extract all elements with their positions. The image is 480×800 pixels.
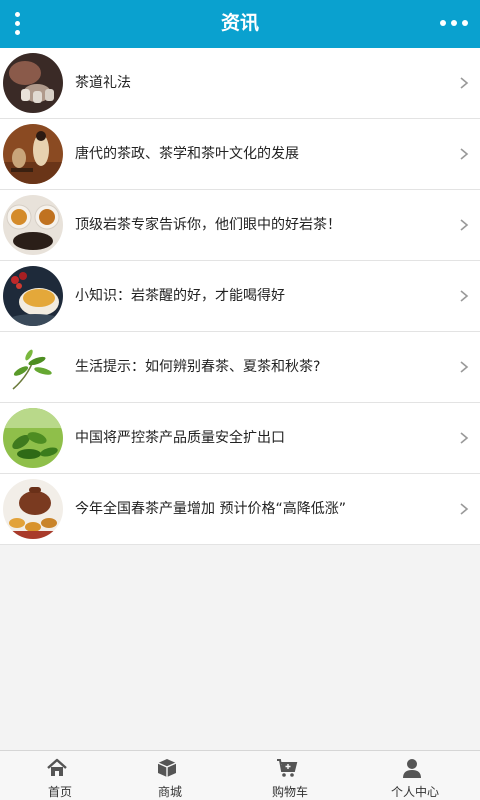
more-icon[interactable] — [440, 16, 468, 30]
tea-ceremony-thumbnail — [3, 53, 63, 113]
page-title: 资讯 — [220, 12, 259, 34]
list-item[interactable]: 唐代的茶政、茶学和茶叶文化的发展 — [0, 119, 480, 190]
tab-cart[interactable]: 购物车 — [230, 751, 350, 800]
list-item[interactable]: 生活提示：如何辨别春茶、夏茶和秋茶? — [0, 332, 480, 403]
tea-field-thumbnail — [3, 408, 63, 468]
chevron-right-icon — [460, 361, 469, 373]
home-icon — [47, 758, 67, 776]
list-item[interactable]: 茶道礼法 — [0, 48, 480, 119]
chevron-right-icon — [460, 148, 469, 160]
article-list: 茶道礼法 唐代的茶政、茶学和茶叶文化的发展 顶级岩茶专家告诉你，他们眼中的好岩茶… — [0, 48, 480, 545]
tang-painting-thumbnail — [3, 124, 63, 184]
tab-profile[interactable]: 个人中心 — [355, 751, 475, 800]
chevron-right-icon — [460, 432, 469, 444]
tab-home[interactable]: 首页 — [0, 751, 120, 800]
article-title: 中国将严控茶产品质量安全扩出口 — [75, 430, 285, 446]
article-title: 茶道礼法 — [75, 75, 131, 91]
tea-cups-thumbnail — [3, 195, 63, 255]
chevron-right-icon — [460, 219, 469, 231]
tab-mall[interactable]: 商城 — [110, 751, 230, 800]
tea-leaves-thumbnail — [3, 337, 63, 397]
article-title: 小知识：岩茶醒的好，才能喝得好 — [75, 288, 285, 304]
chevron-right-icon — [460, 77, 469, 89]
list-item[interactable]: 小知识：岩茶醒的好，才能喝得好 — [0, 261, 480, 332]
article-title: 顶级岩茶专家告诉你，他们眼中的好岩茶！ — [75, 217, 341, 233]
chevron-right-icon — [460, 290, 469, 302]
chevron-right-icon — [460, 503, 469, 515]
list-item[interactable]: 顶级岩茶专家告诉你，他们眼中的好岩茶！ — [0, 190, 480, 261]
tea-cup-berries-thumbnail — [3, 266, 63, 326]
list-item[interactable]: 今年全国春茶产量增加 预计价格“高降低涨” — [0, 474, 480, 545]
list-item[interactable]: 中国将严控茶产品质量安全扩出口 — [0, 403, 480, 474]
article-title: 生活提示：如何辨别春茶、夏茶和秋茶? — [75, 359, 321, 375]
user-icon — [403, 759, 421, 778]
article-title: 唐代的茶政、茶学和茶叶文化的发展 — [75, 146, 299, 162]
tab-label: 商城 — [157, 785, 182, 799]
tab-label: 购物车 — [271, 785, 308, 799]
bottom-tab-bar: 首页 商城 购物车 个人中心 — [0, 750, 480, 800]
box-icon — [157, 759, 177, 777]
tab-label: 首页 — [47, 785, 72, 799]
teapot-thumbnail — [3, 479, 63, 539]
tab-label: 个人中心 — [390, 785, 439, 799]
article-title: 今年全国春茶产量增加 预计价格“高降低涨” — [75, 501, 346, 517]
top-bar: 资讯 — [0, 0, 480, 48]
cart-icon — [277, 759, 298, 777]
